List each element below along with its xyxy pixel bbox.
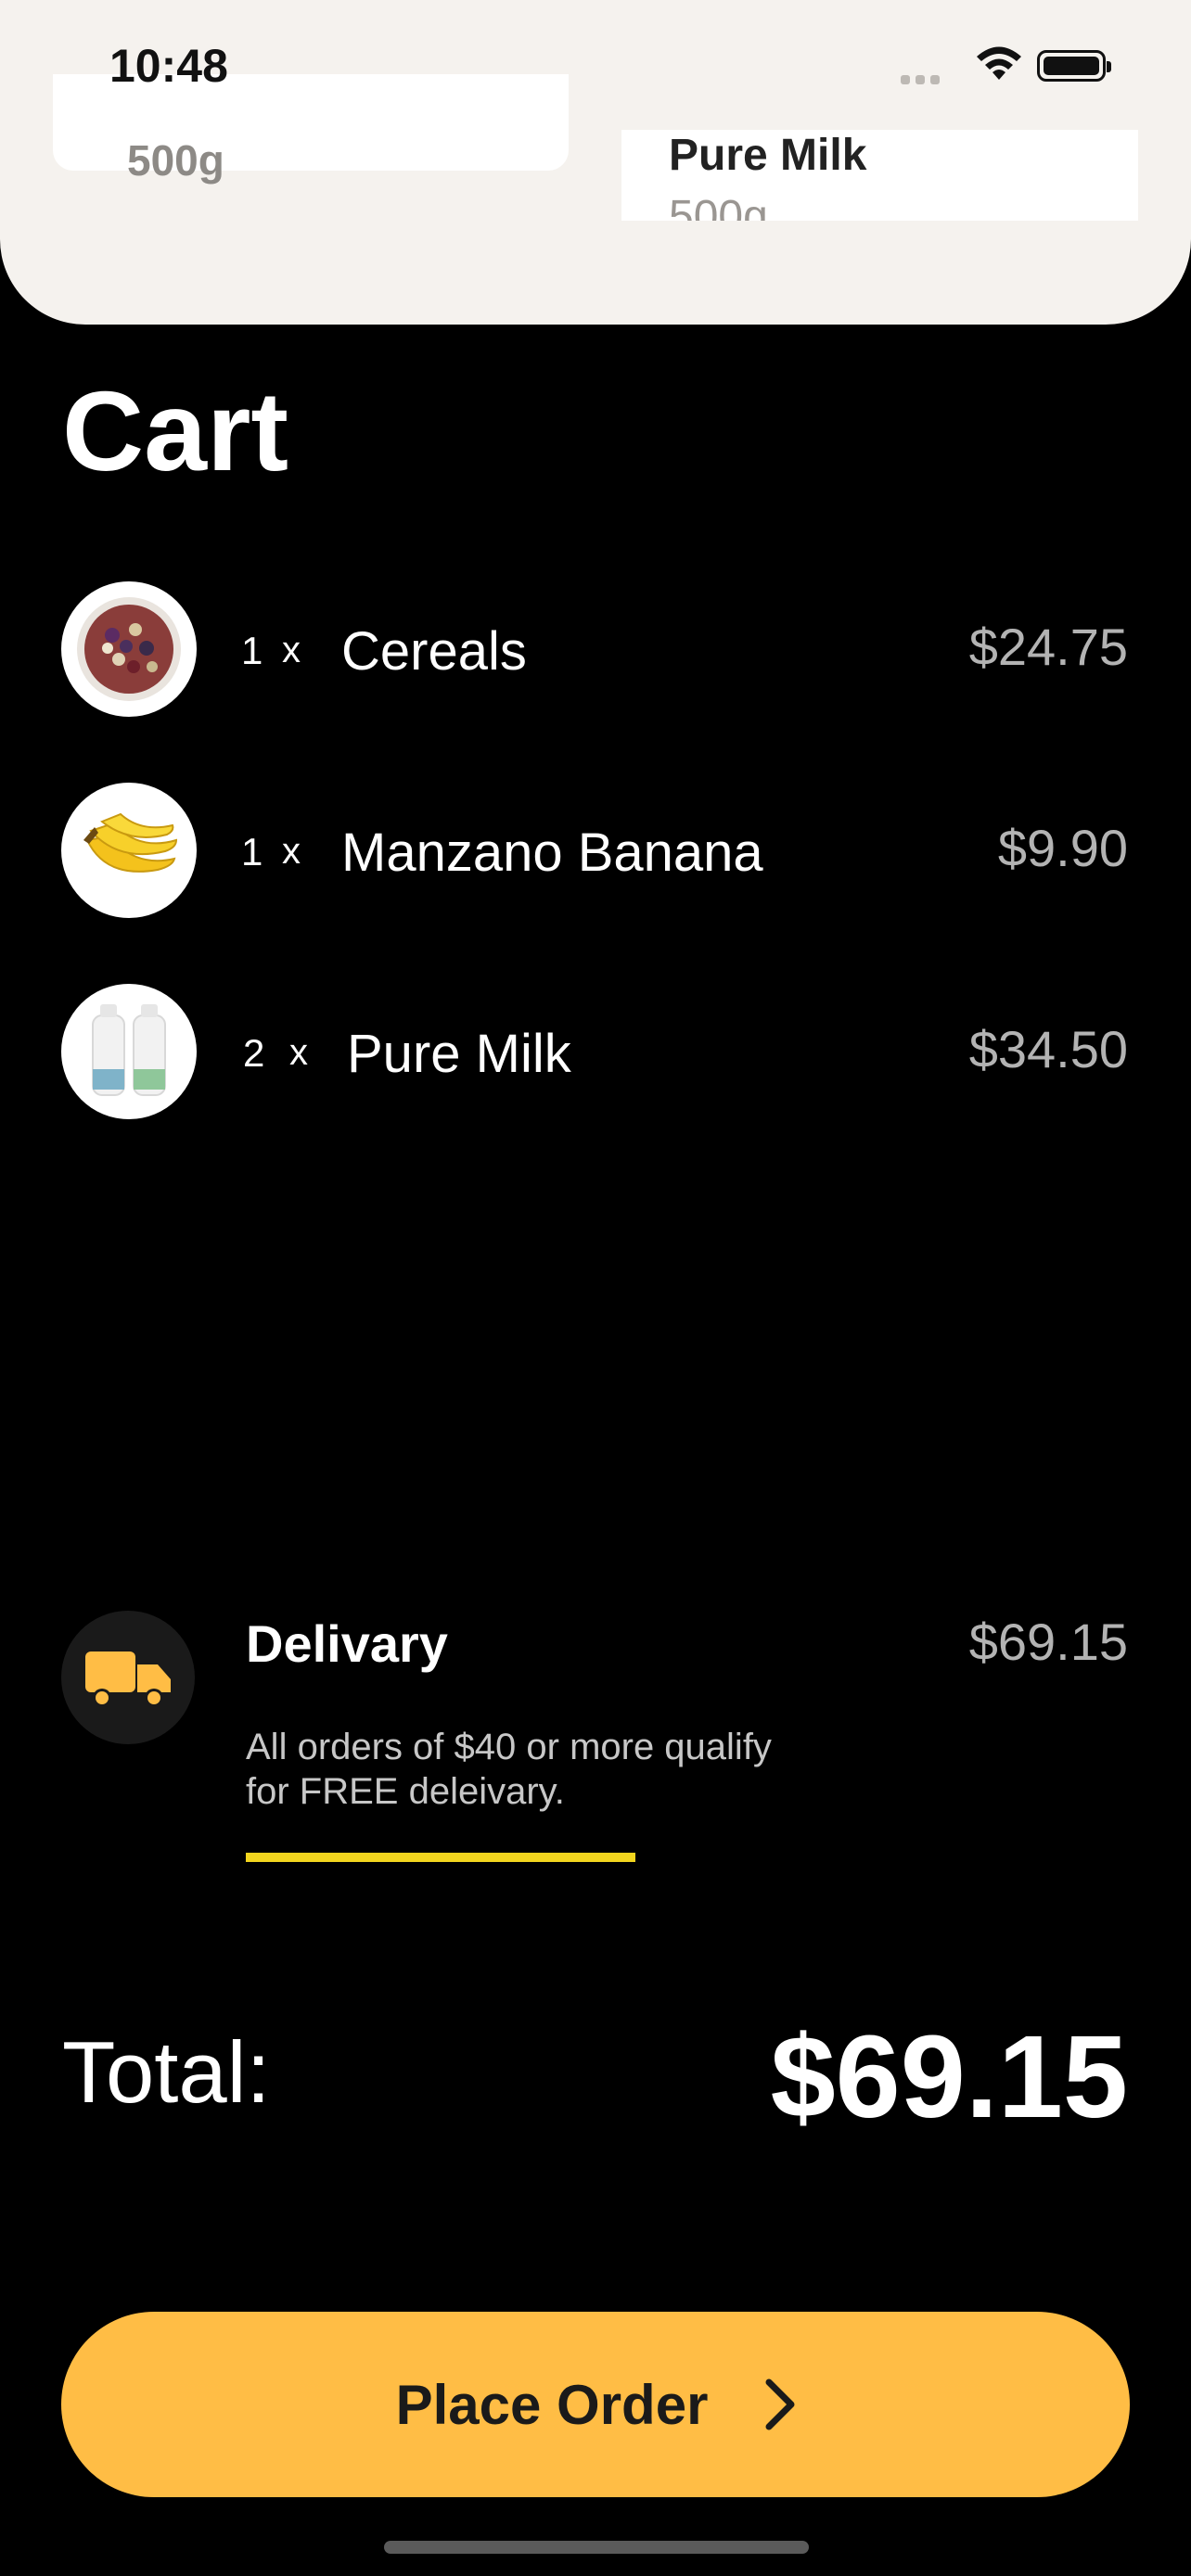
- cart-item-price: $9.90: [997, 819, 1128, 877]
- signal-icon: [901, 72, 956, 84]
- cart-item-price: $24.75: [968, 618, 1128, 676]
- total-value: $69.15: [770, 2011, 1128, 2142]
- cart-item-price: $34.50: [968, 1020, 1128, 1078]
- place-order-label: Place Order: [395, 2373, 709, 2436]
- home-indicator[interactable]: [384, 2541, 809, 2554]
- delivery-truck-icon: [61, 1611, 195, 1744]
- page-title: Cart: [62, 368, 289, 494]
- product-card-left-weight: 500g: [127, 136, 224, 185]
- total-label: Total:: [62, 2023, 271, 2121]
- status-bar: 10:48: [0, 0, 1191, 130]
- status-time: 10:48: [109, 40, 228, 92]
- cart-item-manzano-banana[interactable]: 1 x Manzano Banana $9.90: [61, 783, 1128, 918]
- cereal-bowl-icon: [61, 581, 197, 717]
- delivery-title: Delivary: [246, 1614, 448, 1673]
- wifi-icon: [977, 46, 1021, 80]
- banana-icon: [61, 783, 197, 918]
- cart-item-qty: 1: [241, 830, 263, 874]
- milk-bottle-icon: [61, 984, 197, 1119]
- cart-item-qty: 2: [243, 1031, 265, 1075]
- delivery-progress-bar: [246, 1853, 635, 1862]
- delivery-note: All orders of $40 or more qualify for FR…: [246, 1727, 772, 1812]
- cart-item-multiplier: x: [282, 630, 301, 670]
- cart-item-pure-milk[interactable]: 2 x Pure Milk $34.50: [61, 984, 1128, 1119]
- place-order-button[interactable]: Place Order: [61, 2312, 1130, 2497]
- cart-item-name: Cereals: [341, 621, 527, 682]
- top-product-panel: 500g Pure Milk 500g 10:48: [0, 0, 1191, 325]
- cart-item-cereals[interactable]: 1 x Cereals $24.75: [61, 581, 1128, 717]
- product-card-right-title: Pure Milk: [669, 131, 867, 180]
- product-card-right-weight: 500g: [669, 192, 768, 221]
- cart-item-name: Manzano Banana: [341, 823, 763, 883]
- chevron-right-icon: [765, 2378, 795, 2430]
- cart-item-name: Pure Milk: [347, 1024, 571, 1084]
- battery-icon: [1037, 50, 1111, 82]
- cart-item-qty: 1: [241, 629, 263, 672]
- product-card-right[interactable]: Pure Milk 500g: [621, 130, 1138, 221]
- cart-item-multiplier: x: [289, 1032, 308, 1073]
- delivery-price: $69.15: [968, 1613, 1128, 1671]
- cart-item-multiplier: x: [282, 831, 301, 872]
